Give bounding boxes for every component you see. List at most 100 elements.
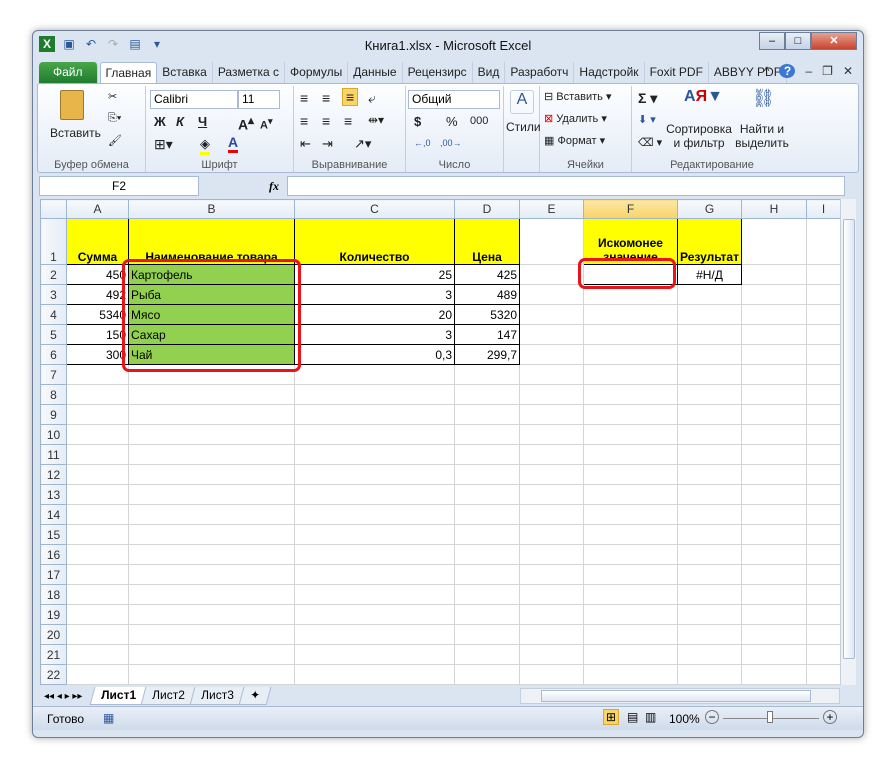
tab-insert[interactable]: Вставка <box>157 62 213 83</box>
sheet-nav-icons[interactable]: ◂◂ ◂ ▸ ▸▸ <box>34 691 92 702</box>
cell-I21[interactable] <box>806 644 841 665</box>
row-header[interactable]: 2 <box>40 264 67 285</box>
cell-F20[interactable] <box>583 624 678 645</box>
cell-F4[interactable] <box>583 304 678 325</box>
cell-H8[interactable] <box>741 384 807 405</box>
row-header[interactable]: 3 <box>40 284 67 305</box>
cell-H4[interactable] <box>741 304 807 325</box>
cell-H3[interactable] <box>741 284 807 305</box>
cell-F11[interactable] <box>583 444 678 465</box>
doc-restore-icon[interactable]: ❐ <box>822 64 833 78</box>
tab-view[interactable]: Вид <box>473 62 506 83</box>
cell-A3[interactable]: 492 <box>66 284 129 305</box>
fill-color-icon[interactable]: ◈ <box>200 136 210 155</box>
cell-B12[interactable] <box>128 464 295 485</box>
cell-C4[interactable]: 20 <box>294 304 455 325</box>
horizontal-scroll-thumb[interactable] <box>541 690 811 702</box>
sheet-tab-1[interactable]: Лист1 <box>90 687 148 705</box>
align-top-icon[interactable]: ≡ <box>300 90 308 106</box>
cell-E7[interactable] <box>519 364 584 385</box>
help-icon[interactable]: ? <box>779 64 796 78</box>
cell-A22[interactable] <box>66 664 129 685</box>
cell-D18[interactable] <box>454 584 520 605</box>
cell-D1[interactable]: Цена <box>454 218 520 265</box>
column-header-H[interactable]: H <box>741 199 807 219</box>
thousands-button[interactable]: 000 <box>470 115 488 127</box>
maximize-button[interactable]: □ <box>785 32 811 50</box>
row-header[interactable]: 10 <box>40 424 67 445</box>
delete-cells-button[interactable]: ⊠ Удалить ▾ <box>544 112 607 125</box>
cell-F5[interactable] <box>583 324 678 345</box>
cell-D3[interactable]: 489 <box>454 284 520 305</box>
cell-C10[interactable] <box>294 424 455 445</box>
cell-I11[interactable] <box>806 444 841 465</box>
cell-B8[interactable] <box>128 384 295 405</box>
cell-C2[interactable]: 25 <box>294 264 455 285</box>
tab-home[interactable]: Главная <box>99 62 158 83</box>
row-header[interactable]: 5 <box>40 324 67 345</box>
row-header[interactable]: 7 <box>40 364 67 385</box>
cell-E6[interactable] <box>519 344 584 365</box>
cell-C8[interactable] <box>294 384 455 405</box>
cell-E9[interactable] <box>519 404 584 425</box>
cell-A9[interactable] <box>66 404 129 425</box>
cell-I16[interactable] <box>806 544 841 565</box>
cell-A4[interactable]: 5340 <box>66 304 129 325</box>
cell-E18[interactable] <box>519 584 584 605</box>
cell-D12[interactable] <box>454 464 520 485</box>
cell-H21[interactable] <box>741 644 807 665</box>
cell-I9[interactable] <box>806 404 841 425</box>
cell-I1[interactable] <box>806 218 841 265</box>
cell-C15[interactable] <box>294 524 455 545</box>
cell-D21[interactable] <box>454 644 520 665</box>
font-size-dropdown[interactable]: 11 <box>238 90 280 109</box>
cell-A12[interactable] <box>66 464 129 485</box>
cell-F19[interactable] <box>583 604 678 625</box>
align-center-icon[interactable]: ≡ <box>322 113 330 129</box>
cell-E10[interactable] <box>519 424 584 445</box>
align-left-icon[interactable]: ≡ <box>300 113 308 129</box>
cell-I13[interactable] <box>806 484 841 505</box>
cell-D15[interactable] <box>454 524 520 545</box>
cell-B17[interactable] <box>128 564 295 585</box>
sheet-tab-2[interactable]: Лист2 <box>141 687 197 705</box>
cell-F9[interactable] <box>583 404 678 425</box>
cell-D6[interactable]: 299,7 <box>454 344 520 365</box>
increase-indent-icon[interactable]: ⇥ <box>322 136 333 152</box>
formula-input[interactable] <box>287 176 845 196</box>
row-header[interactable]: 16 <box>40 544 67 565</box>
cell-I5[interactable] <box>806 324 841 345</box>
cell-E11[interactable] <box>519 444 584 465</box>
zoom-level[interactable]: 100% <box>669 712 700 726</box>
italic-button[interactable]: К <box>176 114 184 129</box>
cell-G20[interactable] <box>677 624 742 645</box>
cell-E14[interactable] <box>519 504 584 525</box>
cell-A6[interactable]: 300 <box>66 344 129 365</box>
format-painter-icon[interactable]: 🖌 <box>108 134 122 147</box>
cell-B19[interactable] <box>128 604 295 625</box>
borders-icon[interactable]: ⊞▾ <box>154 136 173 153</box>
cell-D14[interactable] <box>454 504 520 525</box>
cell-A20[interactable] <box>66 624 129 645</box>
cell-D19[interactable] <box>454 604 520 625</box>
format-cells-button[interactable]: ▦ Формат ▾ <box>544 134 605 147</box>
column-header-C[interactable]: C <box>294 199 455 219</box>
cell-G14[interactable] <box>677 504 742 525</box>
cell-E17[interactable] <box>519 564 584 585</box>
cell-A21[interactable] <box>66 644 129 665</box>
cell-D10[interactable] <box>454 424 520 445</box>
cell-G9[interactable] <box>677 404 742 425</box>
merge-center-icon[interactable]: ⇹▾ <box>368 113 384 127</box>
cell-H10[interactable] <box>741 424 807 445</box>
row-header[interactable]: 19 <box>40 604 67 625</box>
row-header[interactable]: 9 <box>40 404 67 425</box>
cell-C5[interactable]: 3 <box>294 324 455 345</box>
cell-E1[interactable] <box>519 218 584 265</box>
align-middle-icon[interactable]: ≡ <box>322 90 330 106</box>
grow-font-icon[interactable]: A▴ <box>238 113 254 133</box>
cell-F18[interactable] <box>583 584 678 605</box>
cell-G18[interactable] <box>677 584 742 605</box>
row-header[interactable]: 6 <box>40 344 67 365</box>
cell-G1[interactable]: Результат <box>677 218 742 265</box>
cell-I3[interactable] <box>806 284 841 305</box>
